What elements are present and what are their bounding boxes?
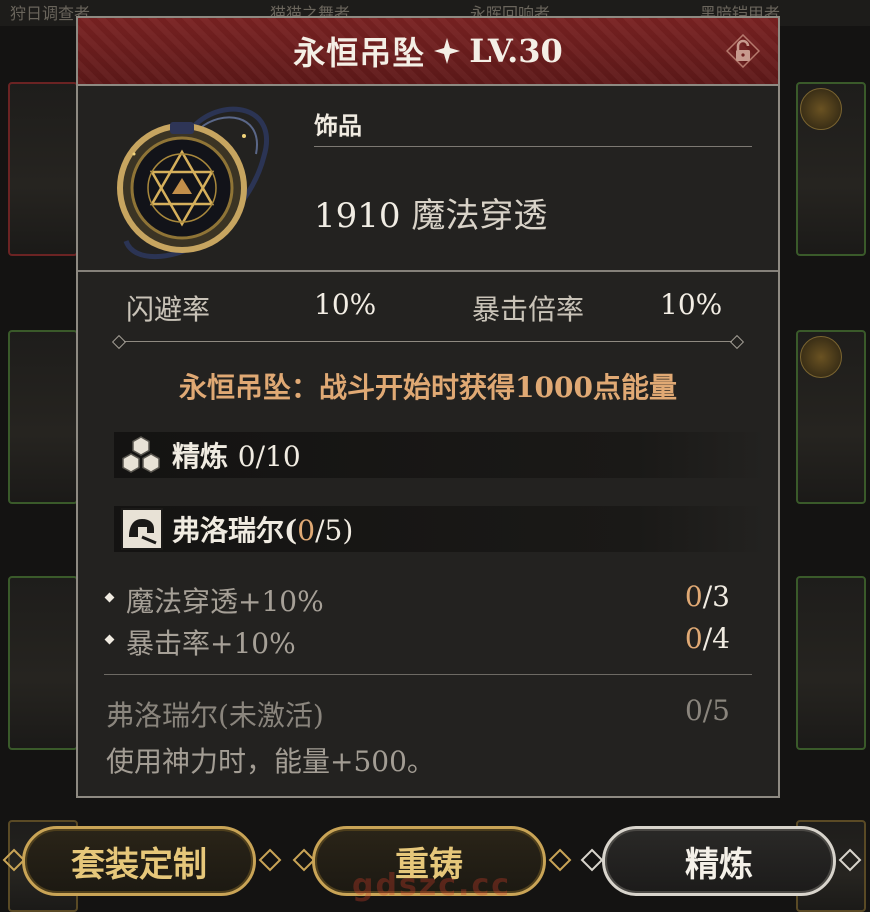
main-stat-value: 1910 (314, 196, 401, 236)
bonus-count-total: /3 (702, 580, 730, 613)
inactive-set-count: 0/5 (684, 694, 730, 727)
sub-stat-label: 闪避率 (126, 293, 211, 326)
bonus-count: 0/3 (685, 580, 730, 613)
main-stat-label: 魔法穿透 (411, 196, 548, 236)
item-name: 永恒吊坠 (293, 34, 426, 72)
rarity-emblem-icon (800, 336, 842, 378)
bonus-count-current: 0 (684, 622, 703, 655)
diamond-ornament-icon (548, 848, 572, 872)
inactive-set-description: 使用神力时，能量+500。 (106, 745, 435, 778)
main-stat: 1910 魔法穿透 (314, 188, 547, 237)
item-header: 饰品 1910 魔法穿透 (78, 84, 778, 270)
inactive-set-title: 弗洛瑞尔(未激活) (106, 699, 324, 732)
divider (314, 146, 752, 147)
refine-value: 0/10 (237, 440, 301, 473)
unlock-icon[interactable] (726, 34, 760, 68)
bonus-name: 魔法穿透+10% (126, 585, 324, 618)
set-bonus-row: 暴击率+10% 0/4 (104, 622, 730, 660)
bonus-count-total: /4 (702, 622, 730, 655)
custom-set-button[interactable]: 套装定制 (22, 826, 256, 896)
refine-label: 精炼 0/10 (172, 435, 301, 475)
inventory-slot[interactable] (8, 576, 78, 750)
ornamental-divider (111, 334, 745, 350)
bullet-diamond-icon (104, 634, 115, 645)
refine-bar: 精炼 0/10 (114, 432, 766, 478)
set-bonus-bar: 弗洛瑞尔(0/5) (114, 506, 766, 552)
set-total: /5) (315, 514, 354, 547)
inventory-slot[interactable] (796, 576, 866, 750)
refine-button[interactable]: 精炼 (602, 826, 836, 896)
set-current: 0 (297, 514, 316, 547)
bullet-diamond-icon (104, 592, 115, 603)
divider (78, 270, 778, 272)
divider (104, 674, 752, 675)
hexagon-cluster-icon (122, 436, 160, 473)
sub-stats: 闪避率 10% 暴击倍率 10% (78, 288, 778, 338)
four-point-star-icon (434, 38, 461, 64)
sub-stat-label: 暴击倍率 (472, 293, 585, 326)
set-bonus-label: 弗洛瑞尔(0/5) (172, 509, 353, 549)
fist-badge-icon (121, 508, 163, 550)
set-name: 弗洛瑞尔( (172, 514, 298, 547)
refine-label-text: 精炼 (172, 440, 229, 473)
inventory-slot[interactable] (8, 82, 78, 256)
item-level: LV.30 (469, 32, 563, 70)
bonus-count: 0/4 (685, 622, 730, 655)
rarity-emblem-icon (800, 88, 842, 130)
item-detail-popup: 永恒吊坠 LV.30 饰品 1910 魔法穿透 闪避率 10% 暴击倍率 10%… (76, 16, 780, 798)
item-type: 饰品 (314, 111, 362, 140)
diamond-ornament-icon (838, 848, 862, 872)
sub-stat-value: 10% (660, 288, 723, 321)
set-bonus-row: 魔法穿透+10% 0/3 (104, 580, 730, 618)
sub-stat-value: 10% (314, 288, 377, 321)
watermark: gdszc.cc (352, 868, 512, 903)
diamond-ornament-icon (580, 848, 604, 872)
diamond-ornament-icon (258, 848, 282, 872)
set-effect-text: 永恒吊坠：战斗开始时获得1000点能量 (179, 371, 677, 404)
title-bar: 永恒吊坠 LV.30 (78, 18, 778, 86)
inventory-slot[interactable] (8, 330, 78, 504)
pendant-image (117, 106, 269, 260)
bonus-name: 暴击率+10% (126, 627, 296, 660)
bonus-count-current: 0 (684, 580, 703, 613)
